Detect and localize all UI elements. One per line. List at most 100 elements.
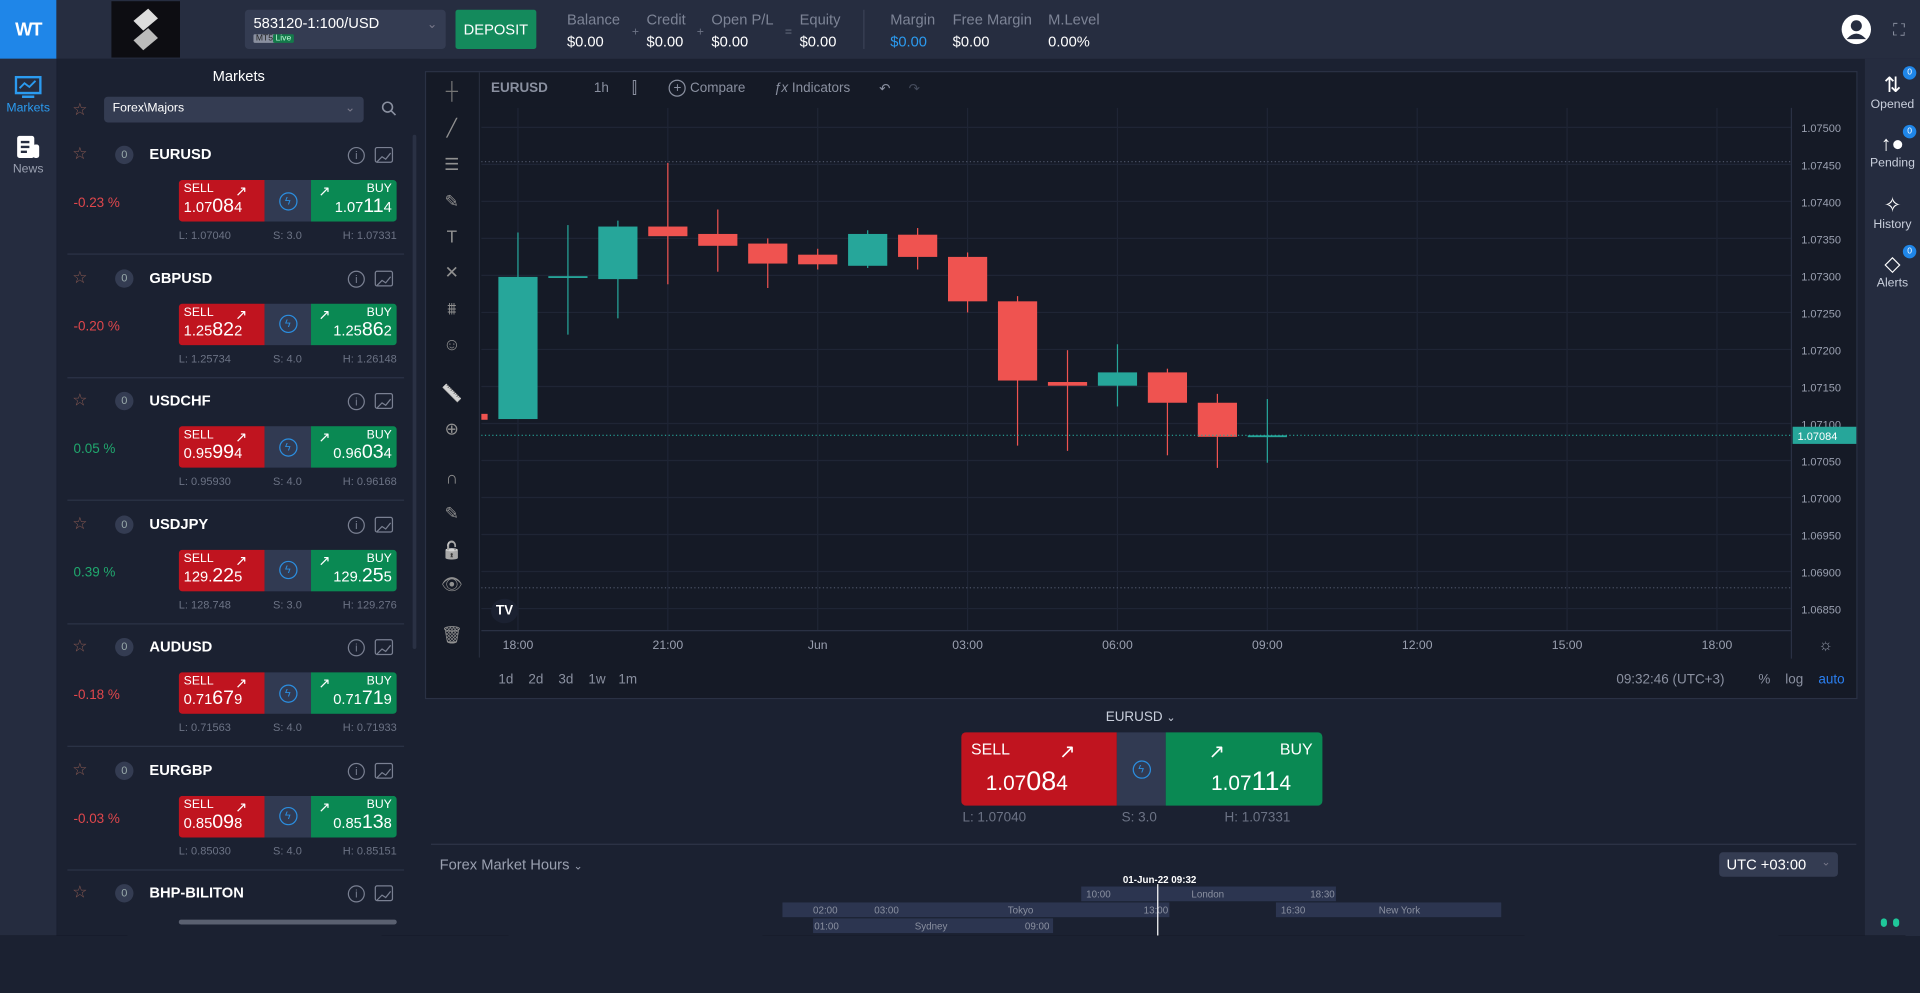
one-click-toggle[interactable]: ϟ <box>264 303 312 345</box>
text-icon[interactable]: T <box>440 227 464 251</box>
account-selector[interactable]: 583120-1:100/USD MT5 Live ⌄ <box>244 9 446 49</box>
star-icon[interactable]: ☆ <box>72 636 87 657</box>
chart-icon[interactable] <box>374 393 394 409</box>
chart-icon[interactable] <box>374 639 394 656</box>
info-icon[interactable]: i <box>347 762 365 780</box>
buy-button[interactable]: BUY ↗ 0.71719 <box>311 672 397 714</box>
info-icon[interactable]: i <box>347 270 365 288</box>
app-logo[interactable]: WT <box>0 0 57 59</box>
range-2d[interactable]: 2d <box>528 672 543 687</box>
interval-button[interactable]: 1h <box>594 81 609 96</box>
market-item[interactable]: ☆ 0 EURGBP i -0.03 % SELL ↗ 0.85098 ϟ BUY ↗ 0.85138… <box>67 748 405 871</box>
buy-button[interactable]: BUY ↗ 0.96034 <box>311 426 397 468</box>
one-click-toggle[interactable]: ϟ <box>264 795 312 837</box>
fullscreen-icon[interactable]: ⛶ <box>1893 20 1905 41</box>
chart-settings-icon[interactable]: ☼ <box>1818 636 1833 654</box>
info-icon[interactable]: i <box>347 393 365 411</box>
zoom-in-icon[interactable]: ⊕ <box>440 419 464 443</box>
pattern-icon[interactable]: ✕ <box>440 262 464 286</box>
chart-icon[interactable] <box>374 146 394 163</box>
one-click-toggle[interactable]: ϟ <box>264 180 312 222</box>
sell-button[interactable]: SELL ↗ 1.07084 <box>178 180 265 222</box>
star-icon[interactable]: ☆ <box>72 266 87 287</box>
range-3d[interactable]: 3d <box>558 672 573 687</box>
star-icon[interactable]: ☆ <box>72 759 87 780</box>
lock-icon[interactable]: 🔓 <box>440 540 464 564</box>
nav-news[interactable]: News <box>0 135 56 176</box>
timezone-select[interactable]: UTC +03:00 ⌄ <box>1719 852 1838 877</box>
favorites-star-icon[interactable]: ☆ <box>72 99 87 120</box>
sidebar-alerts[interactable]: ◇ 0 Alerts <box>1865 244 1920 290</box>
sell-button[interactable]: SELL ↗ 0.85098 <box>178 795 265 837</box>
search-icon[interactable] <box>381 100 397 122</box>
buy-button[interactable]: BUY ↗ 1.07114 <box>311 180 397 222</box>
buy-button[interactable]: BUY ↗ 129.255 <box>311 549 397 591</box>
user-avatar-icon[interactable] <box>1840 13 1872 51</box>
compare-button[interactable]: + Compare <box>668 79 745 97</box>
info-icon[interactable]: i <box>347 639 365 657</box>
info-icon[interactable]: i <box>347 146 365 165</box>
market-item[interactable]: ☆ 0 GBPUSD i -0.20 % SELL ↗ 1.25822 ϟ BUY ↗ 1.25862… <box>67 255 405 378</box>
market-item[interactable]: ☆ 0 USDCHF i 0.05 % SELL ↗ 0.95994 ϟ BUY ↗ 0.96034 L… <box>67 378 405 501</box>
info-icon[interactable]: i <box>347 885 365 903</box>
chart-icon[interactable] <box>374 885 394 902</box>
one-click-trade-toggle[interactable]: ϟ <box>1116 732 1166 806</box>
one-click-toggle[interactable]: ϟ <box>264 426 312 468</box>
nav-markets[interactable]: Markets <box>0 75 56 115</box>
info-icon[interactable]: i <box>347 516 365 534</box>
sell-button[interactable]: SELL ↗ 1.07084 <box>961 732 1117 806</box>
horizontal-lines-icon[interactable]: ☰ <box>440 154 464 178</box>
tradingview-logo[interactable]: TV <box>491 598 518 624</box>
deposit-button[interactable]: DEPOSIT <box>455 9 537 49</box>
star-icon[interactable]: ☆ <box>72 512 87 533</box>
ruler-icon[interactable]: 📏 <box>440 383 464 407</box>
crosshair-icon[interactable]: ┼ <box>440 81 464 105</box>
markets-scrollbar[interactable] <box>412 134 417 649</box>
log-scale-button[interactable]: log <box>1785 672 1803 687</box>
sell-button[interactable]: SELL ↗ 0.95994 <box>178 426 265 468</box>
chart-icon[interactable] <box>374 762 394 779</box>
market-item[interactable]: ☆ 0 USDJPY i 0.39 % SELL ↗ 129.225 ϟ BUY ↗ 129.255 L… <box>67 501 405 624</box>
range-1m[interactable]: 1m <box>618 672 637 687</box>
magnet-icon[interactable]: ∩ <box>440 468 464 492</box>
auto-scale-button[interactable]: auto <box>1818 672 1844 687</box>
fib-icon[interactable]: ⩩ <box>440 299 464 323</box>
range-1w[interactable]: 1w <box>588 672 605 687</box>
undo-icon[interactable]: ↶ <box>879 81 890 97</box>
category-select[interactable]: Forex\Majors ⌄ <box>104 96 364 123</box>
market-item[interactable]: ☆ 0 BHP-BILITON i <box>67 871 404 993</box>
sidebar-opened[interactable]: ⇅ 0 Opened <box>1865 66 1920 111</box>
trash-icon[interactable]: 🗑 <box>440 624 464 648</box>
sell-button[interactable]: SELL ↗ 0.71679 <box>178 672 265 714</box>
market-hours-toggle[interactable]: Forex Market Hours ⌄ <box>440 856 583 873</box>
buy-button[interactable]: BUY ↗ 1.25862 <box>311 303 397 345</box>
percent-scale-button[interactable]: % <box>1758 672 1770 687</box>
chart-icon[interactable] <box>374 270 394 286</box>
range-1d[interactable]: 1d <box>498 672 513 687</box>
trade-symbol-select[interactable]: EURUSD ⌄ <box>1106 710 1176 725</box>
one-click-toggle[interactable]: ϟ <box>264 549 312 591</box>
sell-button[interactable]: SELL ↗ 1.25822 <box>178 303 265 345</box>
buy-button[interactable]: BUY ↗ 0.85138 <box>311 795 397 837</box>
lock-drawing-icon[interactable]: ✎ <box>440 503 464 527</box>
one-click-toggle[interactable]: ϟ <box>264 672 312 714</box>
eye-icon[interactable]: 👁 <box>440 574 464 598</box>
candle-type-icon[interactable]: ⫿ <box>632 78 637 98</box>
market-item[interactable]: ☆ 0 EURUSD i -0.23 % SELL ↗ 1.07084 ϟ BUY ↗ 1.07114… <box>67 132 405 255</box>
star-icon[interactable]: ☆ <box>72 143 87 164</box>
buy-button[interactable]: BUY ↗ 1.07114 <box>1165 732 1323 806</box>
market-item[interactable]: ☆ 0 AUDUSD i -0.18 % SELL ↗ 0.71679 ϟ BUY ↗ 0.71719… <box>67 624 405 747</box>
price-chart[interactable]: 1.07500 1.07450 1.07400 1.07350 1.07300 1.072… <box>481 107 1857 659</box>
sidebar-history[interactable]: ✧ History <box>1865 193 1920 231</box>
brush-icon[interactable]: ✎ <box>440 191 464 215</box>
sidebar-pending[interactable]: ↑● 0 Pending <box>1865 124 1920 170</box>
chart-icon[interactable] <box>374 516 394 533</box>
redo-icon[interactable]: ↷ <box>909 81 920 97</box>
trend-line-icon[interactable]: ╱ <box>440 118 464 142</box>
emoji-icon[interactable]: ☺ <box>440 334 464 358</box>
star-icon[interactable]: ☆ <box>72 389 87 410</box>
sell-button[interactable]: SELL ↗ 129.225 <box>178 549 265 591</box>
chart-symbol[interactable]: EURUSD <box>491 81 548 96</box>
star-icon[interactable]: ☆ <box>72 882 87 903</box>
indicators-button[interactable]: ƒx Indicators <box>774 81 850 96</box>
